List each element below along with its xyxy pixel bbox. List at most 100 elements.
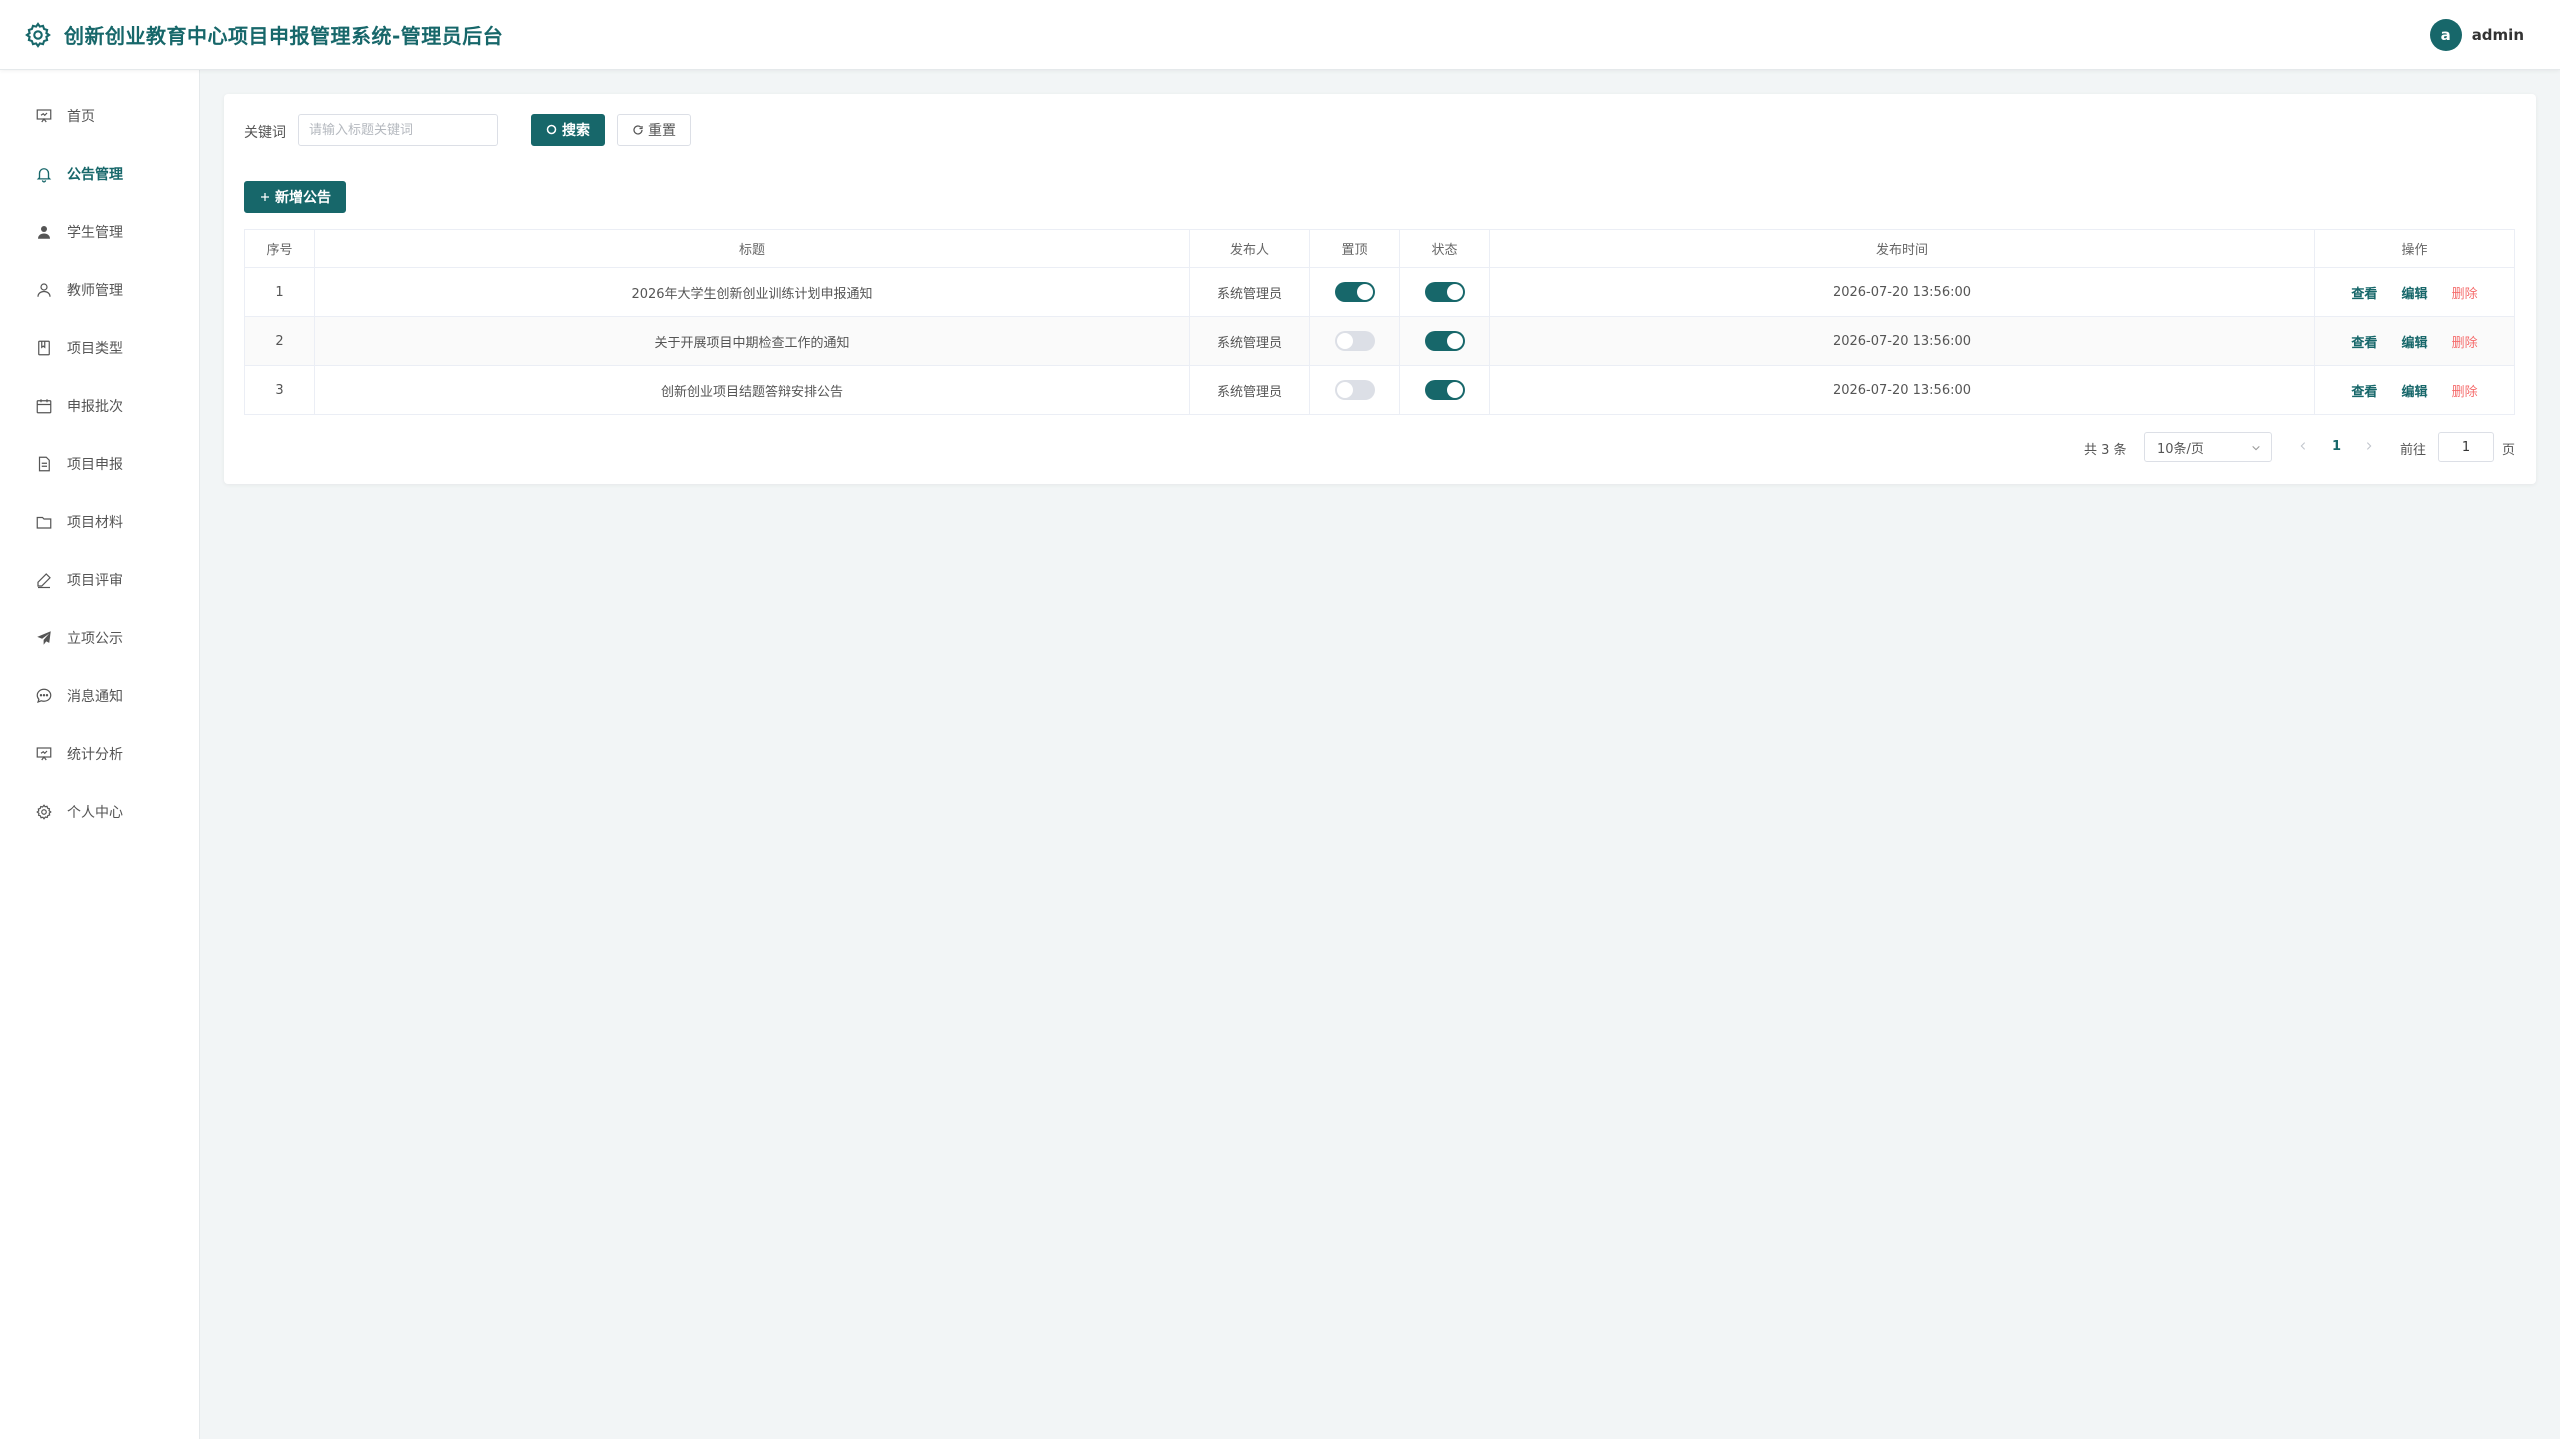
pinned-toggle[interactable]	[1334, 331, 1375, 351]
sidebar-item-label: 消息通知	[67, 689, 123, 705]
user-filled-icon	[38, 226, 50, 239]
goto-page-input[interactable]	[2438, 432, 2494, 462]
pinned-toggle[interactable]	[1334, 282, 1375, 302]
view-link[interactable]: 查看	[2351, 385, 2377, 400]
sidebar-item-label: 申报批次	[67, 399, 123, 415]
delete-link[interactable]: 删除	[2452, 336, 2478, 351]
sidebar-item-label: 统计分析	[67, 747, 123, 763]
actions-cell: 查看 编辑 删除	[2314, 365, 2515, 415]
document-icon	[38, 456, 50, 472]
notebook-icon	[38, 340, 50, 356]
plus-icon	[261, 193, 269, 201]
table-row: 2 关于开展项目中期检查工作的通知 系统管理员 2026-07-20 13:56…	[244, 316, 2515, 366]
search-button[interactable]: 搜索	[531, 114, 605, 146]
announcement-card: 关键词 搜索 重置 新增公告 序号 标题 发布人 置顶 状态 发布时间 操作	[224, 94, 2536, 484]
status-toggle[interactable]	[1424, 331, 1465, 351]
sidebar-item-label: 公告管理	[67, 167, 123, 183]
search-button-label: 搜索	[562, 123, 590, 139]
user-menu[interactable]: a admin	[2429, 19, 2524, 51]
prev-page-icon[interactable]	[2298, 441, 2308, 451]
calendar-icon	[36, 399, 52, 414]
sidebar-item-label: 立项公示	[67, 631, 123, 647]
sidebar-item-label: 个人中心	[67, 805, 123, 821]
edit-pen-icon	[37, 573, 51, 589]
edit-link[interactable]: 编辑	[2401, 336, 2427, 351]
table-row: 3 创新创业项目结题答辩安排公告 系统管理员 2026-07-20 13:56:…	[244, 365, 2515, 415]
sidebar-item-project-types[interactable]: 项目类型	[0, 328, 200, 368]
row-index: 2	[244, 316, 315, 366]
row-title: 创新创业项目结题答辩安排公告	[314, 365, 1190, 415]
sidebar-item-label: 教师管理	[67, 283, 123, 299]
col-status: 状态	[1399, 229, 1490, 268]
delete-link[interactable]: 删除	[2452, 287, 2478, 302]
pinned-toggle[interactable]	[1334, 380, 1375, 400]
next-page-icon[interactable]	[2364, 441, 2374, 451]
bell-icon	[36, 168, 52, 183]
status-cell	[1399, 365, 1490, 415]
refresh-icon	[633, 125, 643, 135]
col-pinned: 置顶	[1309, 229, 1400, 268]
sidebar-item-applications[interactable]: 项目申报	[0, 444, 200, 484]
goto-suffix: 页	[2502, 443, 2516, 458]
announcement-table: 序号 标题 发布人 置顶 状态 发布时间 操作 1 2026年大学生创新创业训练…	[244, 229, 2515, 415]
pinned-cell	[1309, 365, 1400, 415]
sidebar-item-reviews[interactable]: 项目评审	[0, 560, 200, 600]
sidebar-item-profile[interactable]: 个人中心	[0, 792, 200, 832]
sidebar-item-materials[interactable]: 项目材料	[0, 502, 200, 542]
add-announcement-button[interactable]: 新增公告	[244, 181, 346, 213]
row-time: 2026-07-20 13:56:00	[1489, 365, 2315, 415]
row-title: 2026年大学生创新创业训练计划申报通知	[314, 267, 1190, 317]
actions-cell: 查看 编辑 删除	[2314, 267, 2515, 317]
username[interactable]: admin	[2472, 26, 2524, 44]
status-toggle[interactable]	[1424, 380, 1465, 400]
sidebar-item-batches[interactable]: 申报批次	[0, 386, 200, 426]
edit-link[interactable]: 编辑	[2401, 385, 2427, 400]
pinned-cell	[1309, 316, 1400, 366]
sidebar-item-publicity[interactable]: 立项公示	[0, 618, 200, 658]
setting-icon	[36, 804, 52, 820]
edit-link[interactable]: 编辑	[2401, 287, 2427, 302]
view-link[interactable]: 查看	[2351, 287, 2377, 302]
sidebar-item-messages[interactable]: 消息通知	[0, 676, 200, 716]
page-size-select[interactable]: 10条/页	[2144, 432, 2272, 462]
sidebar-item-label: 项目类型	[67, 341, 123, 357]
sidebar-item-announcements[interactable]: 公告管理	[0, 154, 200, 194]
row-title: 关于开展项目中期检查工作的通知	[314, 316, 1190, 366]
sidebar-item-label: 首页	[67, 109, 95, 125]
row-publisher: 系统管理员	[1189, 365, 1310, 415]
search-icon	[546, 124, 557, 135]
promotion-icon	[37, 631, 51, 645]
data-board-icon	[36, 747, 52, 761]
keyword-search-input[interactable]	[298, 114, 498, 146]
page-size-value: 10条/页	[2157, 441, 2204, 457]
pinned-cell	[1309, 267, 1400, 317]
folder-icon	[36, 516, 52, 529]
col-time: 发布时间	[1489, 229, 2315, 268]
sidebar-item-label: 项目申报	[67, 457, 123, 473]
current-page[interactable]: 1	[2332, 439, 2341, 454]
sidebar-item-teachers[interactable]: 教师管理	[0, 270, 200, 310]
chat-icon	[36, 688, 52, 703]
sidebar: 首页 公告管理 学生管理 教师管理 项目类型 申报批次 项目申报 项目材料 项目…	[0, 70, 200, 1439]
sidebar-item-home[interactable]: 首页	[0, 96, 200, 136]
status-cell	[1399, 267, 1490, 317]
goto-prefix: 前往	[2400, 443, 2427, 458]
row-time: 2026-07-20 13:56:00	[1489, 316, 2315, 366]
sidebar-item-statistics[interactable]: 统计分析	[0, 734, 200, 774]
table-row: 1 2026年大学生创新创业训练计划申报通知 系统管理员 2026-07-20 …	[244, 267, 2515, 317]
view-link[interactable]: 查看	[2351, 336, 2377, 351]
sidebar-item-students[interactable]: 学生管理	[0, 212, 200, 252]
avatar[interactable]: a	[2429, 19, 2462, 51]
table-header-row: 序号 标题 发布人 置顶 状态 发布时间 操作	[244, 229, 2515, 268]
presentation-icon	[36, 109, 52, 123]
status-cell	[1399, 316, 1490, 366]
delete-link[interactable]: 删除	[2452, 385, 2478, 400]
user-icon	[37, 283, 51, 297]
col-actions: 操作	[2314, 229, 2515, 268]
row-index: 3	[244, 365, 315, 415]
keyword-label: 关键词	[244, 125, 286, 141]
reset-button[interactable]: 重置	[617, 114, 691, 146]
status-toggle[interactable]	[1424, 282, 1465, 302]
reset-button-label: 重置	[648, 123, 676, 139]
sidebar-item-label: 项目评审	[67, 573, 123, 589]
